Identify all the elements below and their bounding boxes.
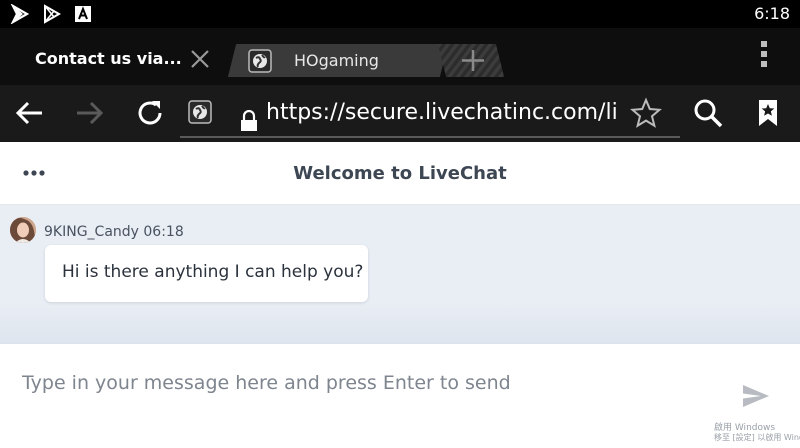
globe-icon [248, 49, 272, 73]
notification-flag-icon [10, 4, 30, 24]
back-arrow-icon[interactable] [14, 97, 46, 129]
close-icon[interactable] [186, 45, 214, 73]
agent-avatar [10, 217, 36, 243]
status-bar: 6:18 [0, 0, 800, 28]
refresh-icon[interactable] [134, 97, 166, 129]
message-composer: 啟用 Windows 移至 [設定] 以啟用 Windo [0, 343, 800, 448]
bookmark-icon[interactable] [752, 97, 784, 129]
tab-contact-us[interactable]: Contact us via... [0, 28, 232, 85]
star-icon[interactable] [630, 97, 662, 129]
chat-header: Welcome to LiveChat [0, 142, 800, 205]
android-app-icon [75, 6, 91, 22]
overflow-menu-icon[interactable] [752, 38, 776, 70]
message-author-time: 9KING_Candy 06:18 [44, 224, 184, 240]
forward-arrow-icon[interactable] [73, 97, 105, 129]
status-time: 6:18 [754, 4, 790, 23]
watermark-line-1: 啟用 Windows [714, 423, 776, 433]
globe-icon [188, 100, 212, 124]
lock-icon [241, 110, 257, 131]
windows-activation-watermark: 啟用 Windows 移至 [設定] 以啟用 Windo [714, 423, 800, 443]
message-list: 9KING_Candy 06:18 Hi is there anything I… [0, 205, 800, 343]
avatar-image [10, 217, 36, 243]
play-store-icon [44, 4, 62, 24]
new-tab-plus-icon[interactable] [459, 44, 487, 77]
tab-title: Contact us via... [35, 49, 182, 68]
send-icon[interactable] [742, 384, 770, 408]
url-text: https://secure.livechatinc.com/lice [266, 100, 618, 125]
message-input[interactable] [22, 368, 712, 398]
search-icon[interactable] [692, 97, 724, 129]
url-bar[interactable]: https://secure.livechatinc.com/lice [180, 90, 680, 138]
tab-strip: Contact us via... HOgaming [0, 28, 800, 85]
livechat-page: Welcome to LiveChat 9KING_Candy 06:18 Hi… [0, 142, 800, 448]
message-text: Hi is there anything I can help you? [62, 262, 364, 282]
watermark-line-2: 移至 [設定] 以啟用 Windo [714, 433, 800, 442]
message-bubble: Hi is there anything I can help you? [45, 245, 368, 302]
tab-title: HOgaming [294, 51, 379, 70]
browser-toolbar: https://secure.livechatinc.com/lice [0, 85, 800, 142]
chat-title: Welcome to LiveChat [293, 163, 507, 184]
